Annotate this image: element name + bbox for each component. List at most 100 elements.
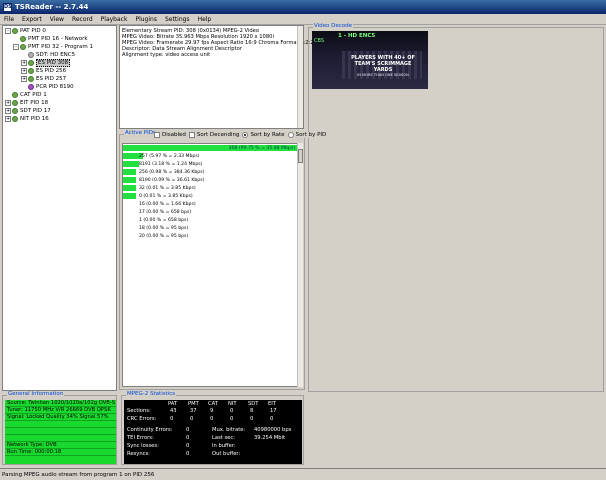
menu-view[interactable]: View xyxy=(46,16,68,23)
sections-value: 17 xyxy=(270,408,277,414)
sort-descending-checkbox[interactable]: Sort Decending xyxy=(188,132,240,138)
tree-item-label: PCR PID 8190 xyxy=(36,84,74,90)
tree-item-label: ES PID 308 xyxy=(36,59,71,67)
expand-icon[interactable]: + xyxy=(21,68,27,74)
menu-export[interactable]: Export xyxy=(18,16,46,23)
crc-errors-value: 0 xyxy=(230,416,234,422)
collapse-icon[interactable]: - xyxy=(5,28,11,34)
pid-rate-row[interactable]: 8191 (3.18 % = 1.24 Mbps) xyxy=(123,160,297,168)
video-caption: PLAYERS WITH 40+ OF TEAM'S SCRIMMAGE YAR… xyxy=(351,55,415,73)
menu-settings[interactable]: Settings xyxy=(161,16,194,23)
scrollbar-thumb[interactable] xyxy=(298,149,303,163)
pid-rate-text: 18 (0.00 % = 95 bps) xyxy=(139,225,189,231)
pid-rate-text: 308 (99.75 % = 35.88 Mbps) xyxy=(228,145,295,151)
pid-rate-row[interactable]: 17 (0.00 % = 658 bps) xyxy=(123,208,297,216)
tree-item-label: EIT PID 18 xyxy=(20,100,49,106)
pid-node-icon xyxy=(28,68,34,74)
expand-icon[interactable]: + xyxy=(21,60,27,66)
table-header: SDT xyxy=(248,401,259,407)
pid-rate-row[interactable]: 32 (0.01 % = 3.85 Kbps) xyxy=(123,184,297,192)
menu-playback[interactable]: Playback xyxy=(97,16,132,23)
tree-item[interactable]: - PAT PID 0 xyxy=(3,27,116,35)
pid-rate-row[interactable]: 16 (0.00 % = 1.66 Kbps) xyxy=(123,200,297,208)
pid-rate-row[interactable]: 256 (0.98 % = 384.36 Kbps) xyxy=(123,168,297,176)
menu-help[interactable]: Help xyxy=(194,16,216,23)
expand-icon[interactable]: + xyxy=(21,76,27,82)
menu-plugins[interactable]: Plugins xyxy=(131,16,161,23)
resyncs-value: 0 xyxy=(186,451,190,457)
blank-line xyxy=(5,428,116,435)
pid-rate-row[interactable]: 0 (0.01 % = 3.85 Kbps) xyxy=(123,192,297,200)
general-info-panel: Source: Twinhan 1020/1020a/102g DVB-S Tu… xyxy=(5,400,116,464)
sections-value: 43 xyxy=(170,408,177,414)
sort-by-rate-radio[interactable]: Sort by Rate xyxy=(242,132,285,138)
menu-record[interactable]: Record xyxy=(68,16,97,23)
active-pid-list[interactable]: 308 (99.75 % = 35.88 Mbps) 257 (5.97 % = … xyxy=(122,143,298,387)
pid-rate-text: 20 (0.00 % = 95 bps) xyxy=(139,233,189,239)
pid-list-scrollbar[interactable] xyxy=(297,143,303,387)
general-info-group: General Information Source: Twinhan 1020… xyxy=(2,391,117,465)
tree-item[interactable]: PMT PID 16 - Network xyxy=(3,35,116,43)
tree-item[interactable]: CAT PID 1 xyxy=(3,91,116,99)
sort-descending-label: Sort Decending xyxy=(196,132,240,138)
tree-item-label: SDT: HD ENC5 xyxy=(36,52,76,58)
pid-node-icon xyxy=(12,92,18,98)
tei-errors-value: 0 xyxy=(186,435,190,441)
tree-item[interactable]: SDT: HD ENC5 xyxy=(3,51,116,59)
crc-errors-value: 0 xyxy=(250,416,254,422)
pid-node-icon xyxy=(12,100,18,106)
expand-icon[interactable]: + xyxy=(5,108,11,114)
pid-rate-row[interactable]: 20 (0.00 % = 95 bps) xyxy=(123,232,297,240)
tree-item[interactable]: + ES PID 308 xyxy=(3,59,116,67)
info-scrollbar[interactable] xyxy=(297,26,303,128)
network-type-line: Network Type: DVB xyxy=(5,442,116,449)
tree-item[interactable]: + ES PID 257 xyxy=(3,75,116,83)
pid-rate-row[interactable]: 8190 (0.09 % = 36.61 Kbps) xyxy=(123,176,297,184)
tuner-line: Tuner: 11750 MHz V/R 26669 DVB QPSK xyxy=(5,407,116,414)
last-sec-label: Last sec: xyxy=(212,435,235,441)
source-line: Source: Twinhan 1020/1020a/102g DVB-S xyxy=(5,400,116,407)
sort-by-pid-radio[interactable]: Sort by PID xyxy=(287,132,326,138)
video-caption-sub: IN MORE THAN ONE SEASON xyxy=(357,73,409,77)
pid-rate-row[interactable]: 257 (5.97 % = 2.33 Mbps) xyxy=(123,152,297,160)
collapse-icon[interactable]: - xyxy=(13,44,19,50)
pid-rate-text: 17 (0.00 % = 658 bps) xyxy=(139,209,192,215)
app-icon: DS xyxy=(3,2,12,12)
checkbox-icon xyxy=(154,132,160,138)
tree-item-label: SDT PID 17 xyxy=(20,108,51,114)
expand-icon[interactable]: + xyxy=(5,116,11,122)
tree-item[interactable]: + EIT PID 18 xyxy=(3,99,116,107)
resyncs-label: Resyncs: xyxy=(127,451,150,457)
menu-file[interactable]: File xyxy=(0,16,18,23)
pid-node-icon xyxy=(12,116,18,122)
radio-selected-icon xyxy=(242,132,249,138)
mpeg2-stats-panel: Sections: CRC Errors: Continuity Errors:… xyxy=(124,400,302,464)
crc-errors-value: 0 xyxy=(170,416,174,422)
tree-item[interactable]: + SDT PID 17 xyxy=(3,107,116,115)
tree-item[interactable]: - PMT PID 32 - Program 1 xyxy=(3,43,116,51)
pid-tree[interactable]: - PAT PID 0 PMT PID 16 - Network - PMT PID 3… xyxy=(2,25,117,391)
status-bar: Parsing MPEG audio stream from program 1… xyxy=(0,468,606,480)
channel-label: 1 - HD ENC5 xyxy=(338,33,376,39)
pid-rate-row[interactable]: 308 (99.75 % = 35.88 Mbps) xyxy=(123,144,297,152)
pid-rate-text: 8191 (3.18 % = 1.24 Mbps) xyxy=(139,161,203,167)
expand-icon[interactable]: + xyxy=(5,100,11,106)
checkbox-icon xyxy=(188,132,195,138)
table-header: PAT xyxy=(168,401,178,407)
pid-node-icon xyxy=(12,108,18,114)
crc-errors-label: CRC Errors: xyxy=(127,416,157,422)
sections-value: 0 xyxy=(230,408,234,414)
pid-rate-row[interactable]: 1 (0.00 % = 658 bps) xyxy=(123,216,297,224)
tree-item[interactable]: + ES PID 256 xyxy=(3,67,116,75)
tree-item-label: ES PID 256 xyxy=(36,68,67,74)
pid-rate-row[interactable]: 18 (0.00 % = 95 bps) xyxy=(123,224,297,232)
table-header: PMT xyxy=(188,401,199,407)
tree-item[interactable]: + NIT PID 16 xyxy=(3,115,116,123)
pid-rate-text: 257 (5.97 % = 2.33 Mbps) xyxy=(139,153,200,159)
disabled-checkbox[interactable]: Disabled xyxy=(154,132,186,138)
mpeg2-stats-title: MPEG-2 Statistics xyxy=(126,391,177,397)
sections-value: 8 xyxy=(250,408,254,414)
stream-info-panel: Elementary Stream PID: 308 (0x0134) MPEG… xyxy=(119,25,314,129)
tree-item[interactable]: PCR PID 8190 xyxy=(3,83,116,91)
crc-errors-value: 0 xyxy=(270,416,274,422)
